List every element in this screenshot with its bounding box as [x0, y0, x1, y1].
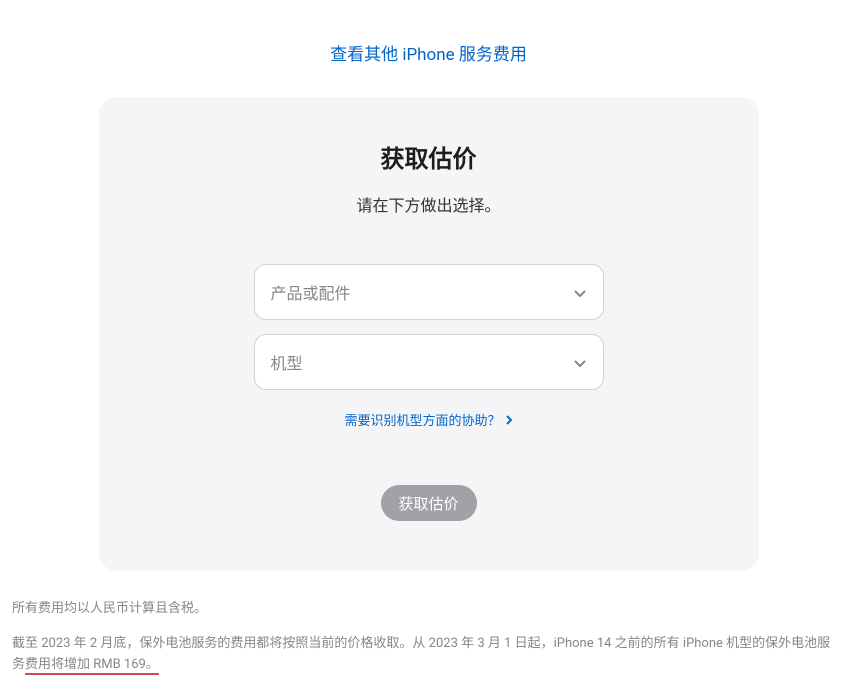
product-select[interactable]: 产品或配件 — [254, 264, 604, 320]
model-select-placeholder: 机型 — [271, 350, 303, 374]
get-estimate-button[interactable]: 获取估价 — [381, 485, 477, 521]
chevron-down-icon — [573, 355, 587, 369]
identify-model-help-link[interactable]: 需要识别机型方面的协助？ — [139, 410, 719, 429]
card-subtitle: 请在下方做出选择。 — [139, 192, 719, 216]
page-container: 查看其他 iPhone 服务费用 获取估价 请在下方做出选择。 产品或配件 机型… — [0, 0, 857, 663]
estimate-card: 获取估价 请在下方做出选择。 产品或配件 机型 需要识别机型方面的协助？ — [99, 97, 759, 571]
chevron-right-icon — [505, 415, 513, 425]
product-select-placeholder: 产品或配件 — [271, 280, 351, 304]
product-select-wrapper: 产品或配件 — [254, 264, 604, 320]
chevron-down-icon — [573, 285, 587, 299]
model-select-wrapper: 机型 — [254, 334, 604, 390]
other-services-link[interactable]: 查看其他 iPhone 服务费用 — [0, 40, 857, 65]
footer-line-2: 截至 2023 年 2 月底，保外电池服务的费用都将按照当前的价格收取。从 20… — [12, 634, 832, 675]
footer-notes: 所有费用均以人民币计算且含税。 截至 2023 年 2 月底，保外电池服务的费用… — [12, 599, 832, 675]
help-link-text: 需要识别机型方面的协助？ — [344, 410, 500, 429]
card-title: 获取估价 — [139, 139, 719, 174]
model-select[interactable]: 机型 — [254, 334, 604, 390]
footer-line-1: 所有费用均以人民币计算且含税。 — [12, 599, 832, 620]
footer-line-2-highlight: 费用将增加 RMB 169。 — [25, 657, 159, 675]
